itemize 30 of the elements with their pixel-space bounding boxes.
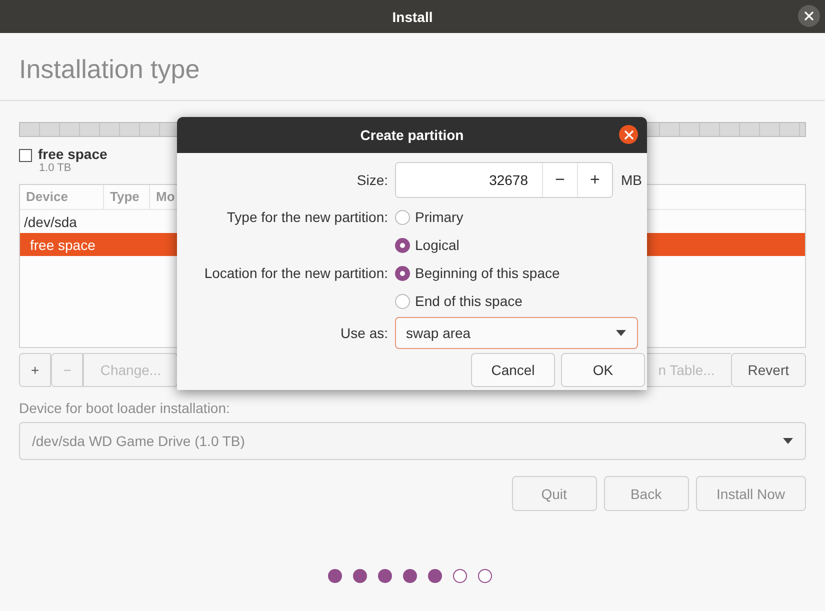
close-button[interactable]: [798, 5, 820, 27]
page-heading: Installation type: [18, 53, 201, 86]
partition-button[interactable]: Revert: [730, 353, 806, 387]
legend-size: 1.0 TB: [39, 162, 72, 174]
radio-option[interactable]: End of this space: [395, 293, 642, 309]
dialog-button[interactable]: OK: [561, 353, 645, 387]
partition-button[interactable]: +: [19, 353, 52, 387]
size-spin-field[interactable]: 32678 − +: [395, 162, 613, 198]
group-label: Location for the new partition:: [204, 265, 388, 281]
size-unit: MB: [621, 172, 642, 188]
window-title: Install: [392, 8, 433, 24]
boot-loader-value: /dev/sda WD Game Drive (1.0 TB): [32, 433, 245, 449]
close-icon: [804, 11, 814, 21]
legend-label: free space: [38, 146, 108, 162]
use-as-value: swap area: [406, 325, 471, 341]
caret-icon: [616, 330, 626, 336]
caret-icon: [783, 438, 793, 444]
boot-loader-label: Device for boot loader installation:: [19, 400, 231, 416]
use-as-dropdown[interactable]: swap area: [395, 317, 638, 349]
dialog-title: Create partition: [360, 127, 464, 143]
radio-option[interactable]: Primary: [395, 209, 642, 225]
use-as-label: Use as:: [340, 325, 388, 341]
radio-option[interactable]: Logical: [395, 237, 642, 253]
increment-button[interactable]: +: [577, 163, 612, 197]
size-label: Size:: [356, 172, 388, 188]
close-button[interactable]: [619, 125, 638, 144]
group-label: Type for the new partition:: [226, 209, 388, 225]
close-icon: [624, 130, 634, 140]
dialog-button[interactable]: Cancel: [471, 353, 555, 387]
radio-option[interactable]: Beginning of this space: [395, 265, 642, 281]
